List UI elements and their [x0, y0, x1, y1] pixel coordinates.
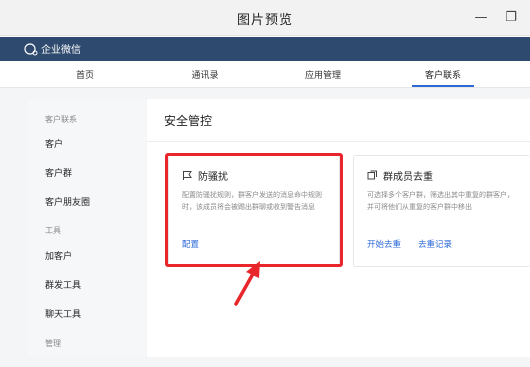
anti-harassment-card[interactable]: 防骚扰 配置防骚扰规则，群客户发送的消息命中规则时，该成员将会被踢出群聊或收到警… [168, 155, 340, 267]
tab-customer-contact[interactable]: 客户联系 [418, 68, 468, 81]
page-title: 安全管控 [164, 114, 213, 128]
app-header: 企业微信 [0, 37, 530, 61]
wecom-logo-icon [24, 42, 38, 55]
flag-icon [183, 171, 192, 180]
card-description: 可选择多个客户群，筛选出其中重复的群客户，并可将他们从重复的客户群中移出 [367, 191, 514, 211]
sidebar: 客户联系 客户 客户群 客户朋友圈 工具 加客户 群发工具 聊天工具 管理 [28, 99, 146, 357]
sidebar-item-mass-tool[interactable]: 群发工具 [45, 278, 81, 291]
brand-name: 企业微信 [41, 45, 81, 56]
card-header: 防骚扰 [182, 168, 228, 183]
sidebar-group-manage: 管理 [45, 339, 61, 348]
window-title: 图片预览 [236, 13, 293, 28]
configure-link[interactable]: 配置 [182, 238, 199, 250]
restore-button[interactable]: ❐ [498, 6, 524, 28]
brand-logo[interactable]: 企业微信 [24, 41, 81, 56]
sidebar-item-add-customer[interactable]: 加客户 [45, 249, 72, 262]
dedupe-icon [367, 170, 377, 180]
tab-contacts[interactable]: 通讯录 [185, 68, 225, 81]
card-title: 防骚扰 [198, 172, 228, 183]
window-controls: — ❐ [468, 6, 524, 28]
sidebar-item-customer[interactable]: 客户 [45, 137, 63, 150]
sidebar-item-chat-tool[interactable]: 聊天工具 [45, 307, 81, 320]
tab-app-management[interactable]: 应用管理 [298, 68, 348, 81]
window-titlebar: 图片预览 — ❐ [0, 0, 530, 36]
minimize-button[interactable]: — [468, 6, 494, 28]
card-description: 配置防骚扰规则，群客户发送的消息命中规则时，该成员将会被踢出群聊或收到警告消息 [182, 191, 322, 211]
sidebar-group-tools: 工具 [45, 226, 61, 235]
card-header: 群成员去重 [367, 168, 433, 183]
start-dedupe-link[interactable]: 开始去重 [367, 238, 401, 250]
sidebar-item-customer-group[interactable]: 客户群 [45, 166, 72, 179]
sidebar-item-moments[interactable]: 客户朋友圈 [45, 195, 90, 208]
main-panel: 安全管控 防骚扰 配置防骚扰规则，群客户发送的消息命中规则时，该成员将会被踢出群… [147, 99, 530, 357]
content-frame: 客户联系 客户 客户群 客户朋友圈 工具 加客户 群发工具 聊天工具 管理 安全… [0, 88, 530, 367]
tab-home[interactable]: 首页 [70, 68, 100, 81]
top-nav: 首页 通讯录 应用管理 客户联系 [0, 61, 530, 88]
sidebar-group-customer: 客户联系 [45, 115, 77, 124]
card-title: 群成员去重 [383, 172, 433, 183]
dedupe-card[interactable]: 群成员去重 可选择多个客户群，筛选出其中重复的群客户，并可将他们从重复的客户群中… [353, 155, 530, 267]
title-divider [147, 141, 530, 142]
dedupe-records-link[interactable]: 去重记录 [418, 238, 452, 250]
active-tab-indicator [412, 85, 474, 87]
